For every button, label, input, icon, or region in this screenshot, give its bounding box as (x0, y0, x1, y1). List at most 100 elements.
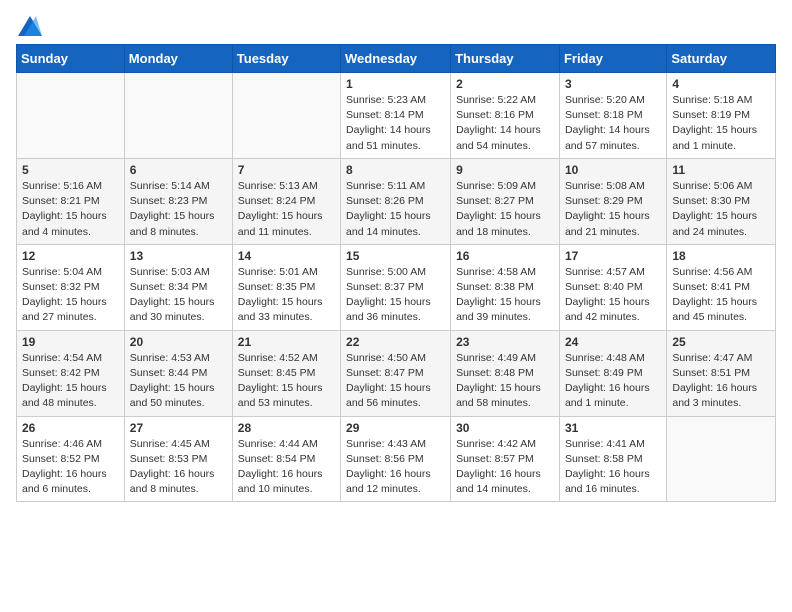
day-number: 7 (238, 163, 335, 177)
day-info: Sunrise: 4:50 AMSunset: 8:47 PMDaylight:… (346, 351, 445, 412)
day-number: 31 (565, 421, 661, 435)
calendar-cell: 20Sunrise: 4:53 AMSunset: 8:44 PMDayligh… (124, 330, 232, 416)
calendar-cell: 28 Sunrise: 4:44 AMSunset: 8:54 PMDayligh… (232, 416, 340, 502)
calendar-cell: 14Sunrise: 5:01 AMSunset: 8:35 PMDayligh… (232, 244, 340, 330)
calendar-table: SundayMondayTuesdayWednesdayThursdayFrid… (16, 44, 776, 502)
calendar-cell: 1 Sunrise: 5:23 AMSunset: 8:14 PMDaylight… (341, 73, 451, 159)
calendar-week-row: 12 Sunrise: 5:04 AMSunset: 8:32 PMDayligh… (17, 244, 776, 330)
day-info: Sunrise: 4:58 AMSunset: 8:38 PMDaylight:… (456, 265, 554, 326)
calendar-cell: 16 Sunrise: 4:58 AMSunset: 8:38 PMDayligh… (451, 244, 560, 330)
weekday-header-tuesday: Tuesday (232, 45, 340, 73)
calendar-cell: 8Sunrise: 5:11 AMSunset: 8:26 PMDaylight… (341, 158, 451, 244)
calendar-cell: 4 Sunrise: 5:18 AMSunset: 8:19 PMDaylight… (667, 73, 776, 159)
calendar-cell: 2 Sunrise: 5:22 AMSunset: 8:16 PMDaylight… (451, 73, 560, 159)
day-info: Sunrise: 5:13 AMSunset: 8:24 PMDaylight:… (238, 179, 335, 240)
calendar-cell (232, 73, 340, 159)
day-number: 5 (22, 163, 119, 177)
day-number: 2 (456, 77, 554, 91)
day-info: Sunrise: 5:04 AMSunset: 8:32 PMDaylight:… (22, 265, 119, 326)
calendar-cell: 6 Sunrise: 5:14 AMSunset: 8:23 PMDaylight… (124, 158, 232, 244)
calendar-cell: 11 Sunrise: 5:06 AMSunset: 8:30 PMDayligh… (667, 158, 776, 244)
day-number: 12 (22, 249, 119, 263)
calendar-cell (124, 73, 232, 159)
day-number: 16 (456, 249, 554, 263)
calendar-cell: 25Sunrise: 4:47 AMSunset: 8:51 PMDayligh… (667, 330, 776, 416)
day-info: Sunrise: 5:14 AMSunset: 8:23 PMDaylight:… (130, 179, 227, 240)
calendar-cell: 7 Sunrise: 5:13 AMSunset: 8:24 PMDaylight… (232, 158, 340, 244)
day-number: 4 (672, 77, 770, 91)
day-info: Sunrise: 5:22 AMSunset: 8:16 PMDaylight:… (456, 93, 554, 154)
day-number: 28 (238, 421, 335, 435)
day-info: Sunrise: 4:44 AMSunset: 8:54 PMDaylight:… (238, 437, 335, 498)
day-number: 1 (346, 77, 445, 91)
day-info: Sunrise: 4:56 AMSunset: 8:41 PMDaylight:… (672, 265, 770, 326)
calendar-cell: 5 Sunrise: 5:16 AMSunset: 8:21 PMDaylight… (17, 158, 125, 244)
day-number: 17 (565, 249, 661, 263)
day-number: 20 (130, 335, 227, 349)
day-info: Sunrise: 5:23 AMSunset: 8:14 PMDaylight:… (346, 93, 445, 154)
day-info: Sunrise: 4:46 AMSunset: 8:52 PMDaylight:… (22, 437, 119, 498)
logo-icon (18, 16, 42, 36)
day-number: 18 (672, 249, 770, 263)
calendar-cell: 18 Sunrise: 4:56 AMSunset: 8:41 PMDayligh… (667, 244, 776, 330)
day-info: Sunrise: 4:52 AMSunset: 8:45 PMDaylight:… (238, 351, 335, 412)
day-info: Sunrise: 4:54 AMSunset: 8:42 PMDaylight:… (22, 351, 119, 412)
calendar-cell (667, 416, 776, 502)
day-info: Sunrise: 5:20 AMSunset: 8:18 PMDaylight:… (565, 93, 661, 154)
day-info: Sunrise: 4:47 AMSunset: 8:51 PMDaylight:… (672, 351, 770, 412)
day-info: Sunrise: 4:49 AMSunset: 8:48 PMDaylight:… (456, 351, 554, 412)
page-header (16, 16, 776, 36)
calendar-week-row: 26 Sunrise: 4:46 AMSunset: 8:52 PMDayligh… (17, 416, 776, 502)
day-info: Sunrise: 5:18 AMSunset: 8:19 PMDaylight:… (672, 93, 770, 154)
calendar-cell (17, 73, 125, 159)
calendar-cell: 12 Sunrise: 5:04 AMSunset: 8:32 PMDayligh… (17, 244, 125, 330)
day-number: 30 (456, 421, 554, 435)
day-info: Sunrise: 4:57 AMSunset: 8:40 PMDaylight:… (565, 265, 661, 326)
day-number: 10 (565, 163, 661, 177)
day-number: 11 (672, 163, 770, 177)
calendar-week-row: 19 Sunrise: 4:54 AMSunset: 8:42 PMDayligh… (17, 330, 776, 416)
day-info: Sunrise: 5:00 AMSunset: 8:37 PMDaylight:… (346, 265, 445, 326)
calendar-cell: 21 Sunrise: 4:52 AMSunset: 8:45 PMDayligh… (232, 330, 340, 416)
weekday-header-row: SundayMondayTuesdayWednesdayThursdayFrid… (17, 45, 776, 73)
calendar-cell: 13 Sunrise: 5:03 AMSunset: 8:34 PMDayligh… (124, 244, 232, 330)
day-info: Sunrise: 4:42 AMSunset: 8:57 PMDaylight:… (456, 437, 554, 498)
logo (16, 16, 44, 36)
day-number: 23 (456, 335, 554, 349)
calendar-week-row: 5 Sunrise: 5:16 AMSunset: 8:21 PMDaylight… (17, 158, 776, 244)
weekday-header-saturday: Saturday (667, 45, 776, 73)
weekday-header-monday: Monday (124, 45, 232, 73)
day-info: Sunrise: 5:03 AMSunset: 8:34 PMDaylight:… (130, 265, 227, 326)
day-number: 19 (22, 335, 119, 349)
calendar-cell: 26 Sunrise: 4:46 AMSunset: 8:52 PMDayligh… (17, 416, 125, 502)
calendar-cell: 15 Sunrise: 5:00 AMSunset: 8:37 PMDayligh… (341, 244, 451, 330)
calendar-cell: 31 Sunrise: 4:41 AMSunset: 8:58 PMDayligh… (559, 416, 666, 502)
day-info: Sunrise: 5:09 AMSunset: 8:27 PMDaylight:… (456, 179, 554, 240)
day-number: 6 (130, 163, 227, 177)
day-number: 29 (346, 421, 445, 435)
calendar-cell: 22Sunrise: 4:50 AMSunset: 8:47 PMDayligh… (341, 330, 451, 416)
weekday-header-wednesday: Wednesday (341, 45, 451, 73)
calendar-cell: 19 Sunrise: 4:54 AMSunset: 8:42 PMDayligh… (17, 330, 125, 416)
day-number: 21 (238, 335, 335, 349)
day-number: 26 (22, 421, 119, 435)
day-info: Sunrise: 4:48 AMSunset: 8:49 PMDaylight:… (565, 351, 661, 412)
calendar-week-row: 1 Sunrise: 5:23 AMSunset: 8:14 PMDaylight… (17, 73, 776, 159)
day-number: 15 (346, 249, 445, 263)
day-number: 14 (238, 249, 335, 263)
calendar-cell: 27 Sunrise: 4:45 AMSunset: 8:53 PMDayligh… (124, 416, 232, 502)
day-info: Sunrise: 4:41 AMSunset: 8:58 PMDaylight:… (565, 437, 661, 498)
day-info: Sunrise: 5:08 AMSunset: 8:29 PMDaylight:… (565, 179, 661, 240)
day-number: 9 (456, 163, 554, 177)
calendar-cell: 24Sunrise: 4:48 AMSunset: 8:49 PMDayligh… (559, 330, 666, 416)
day-number: 13 (130, 249, 227, 263)
day-number: 27 (130, 421, 227, 435)
day-info: Sunrise: 4:45 AMSunset: 8:53 PMDaylight:… (130, 437, 227, 498)
day-info: Sunrise: 5:06 AMSunset: 8:30 PMDaylight:… (672, 179, 770, 240)
calendar-cell: 23 Sunrise: 4:49 AMSunset: 8:48 PMDayligh… (451, 330, 560, 416)
weekday-header-friday: Friday (559, 45, 666, 73)
day-number: 3 (565, 77, 661, 91)
calendar-cell: 9 Sunrise: 5:09 AMSunset: 8:27 PMDaylight… (451, 158, 560, 244)
calendar-cell: 17 Sunrise: 4:57 AMSunset: 8:40 PMDayligh… (559, 244, 666, 330)
day-info: Sunrise: 5:16 AMSunset: 8:21 PMDaylight:… (22, 179, 119, 240)
